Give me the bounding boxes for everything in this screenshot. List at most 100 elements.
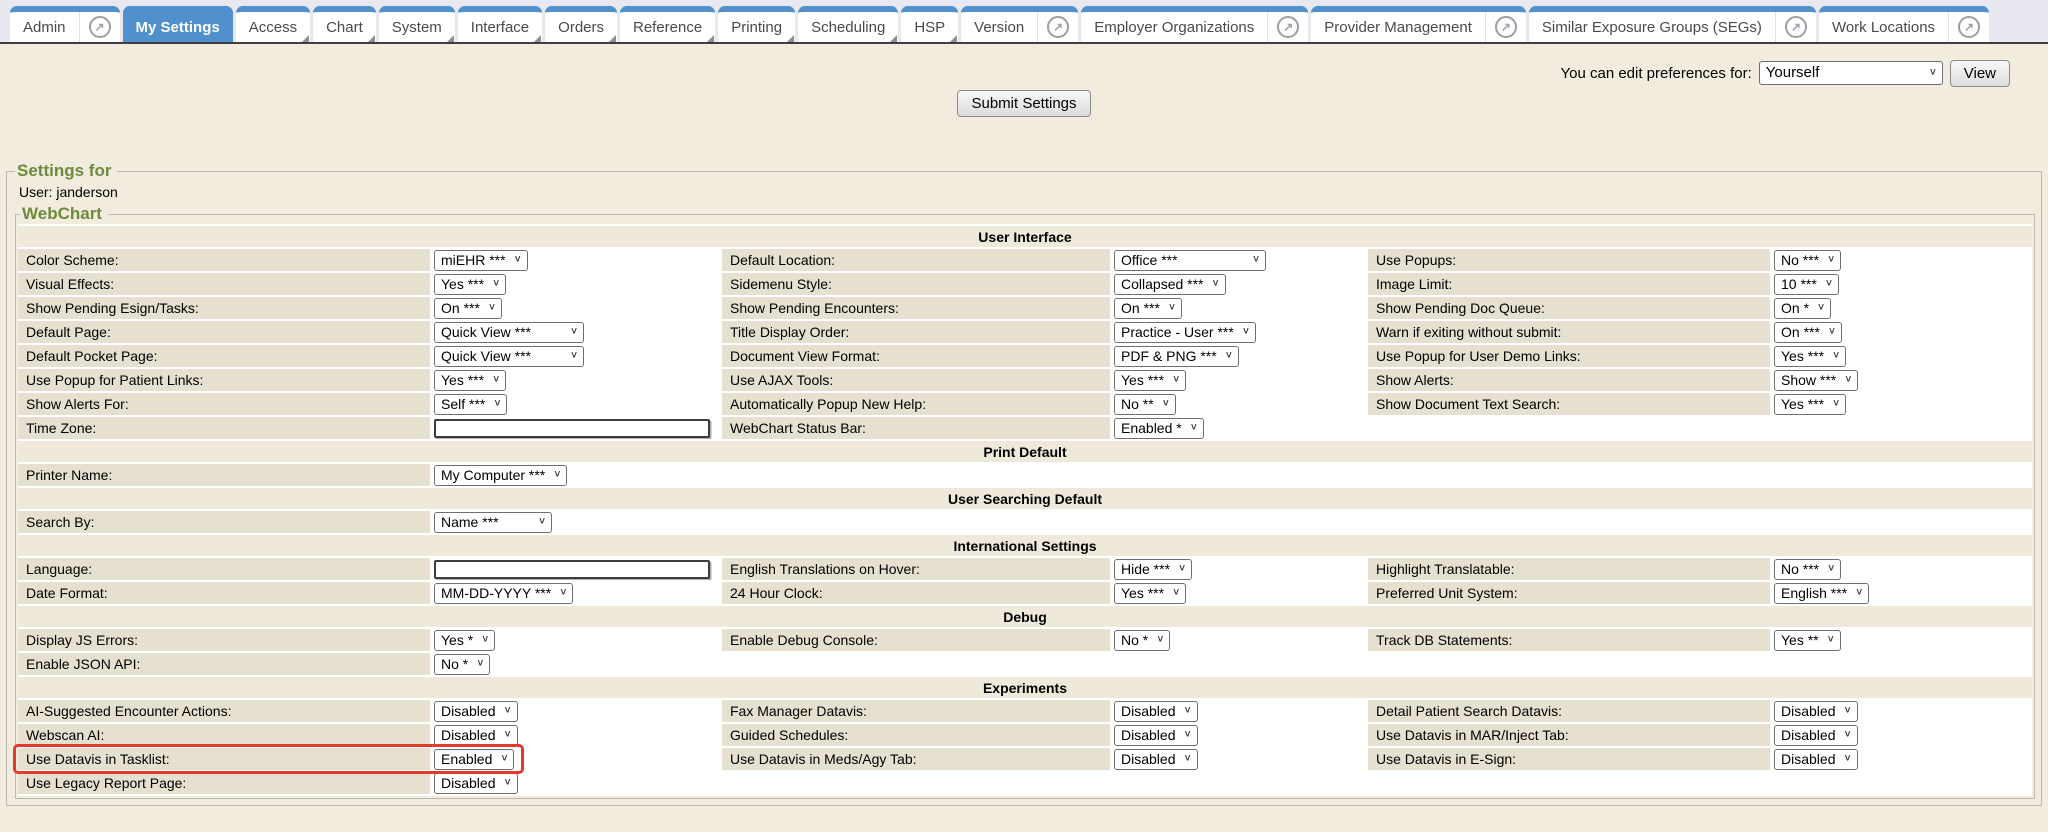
tab-reference[interactable]: Reference: [620, 6, 715, 42]
warn-if-exiting-without-submit-select[interactable]: On ***∨: [1774, 322, 1842, 343]
ai-suggested-encounter-actions-select[interactable]: Disabled∨: [434, 701, 518, 722]
use-datavis-in-e-sign-select[interactable]: Disabled∨: [1774, 749, 1858, 770]
setting-value-cell: miEHR ***∨: [430, 249, 722, 271]
time-zone-input[interactable]: [434, 419, 710, 438]
automatically-popup-new-help-select[interactable]: No **∨: [1114, 394, 1176, 415]
guided-schedules-select[interactable]: Disabled∨: [1114, 725, 1198, 746]
tab-access[interactable]: Access: [236, 6, 310, 42]
english-translations-on-hover-select[interactable]: Hide ***∨: [1114, 559, 1192, 580]
tab-scheduling[interactable]: Scheduling: [798, 6, 898, 42]
preferred-unit-system-select[interactable]: English ***∨: [1774, 583, 1869, 604]
tab-orders[interactable]: Orders: [545, 6, 617, 42]
tab-external-segment[interactable]: ↗: [79, 12, 120, 42]
selected-option: Yes ***: [1781, 349, 1824, 363]
chevron-down-icon: ∨: [1825, 279, 1833, 288]
setting-label-date-format: Date Format:: [18, 582, 430, 604]
show-document-text-search-select[interactable]: Yes ***∨: [1774, 394, 1846, 415]
fax-manager-datavis-select[interactable]: Disabled∨: [1114, 701, 1198, 722]
enable-debug-console-select[interactable]: No *∨: [1114, 630, 1170, 651]
visual-effects-select[interactable]: Yes ***∨: [434, 274, 506, 295]
tab-external-segment[interactable]: ↗: [1948, 12, 1989, 42]
tab-admin[interactable]: Admin↗: [10, 6, 120, 42]
date-format-select[interactable]: MM-DD-YYYY ***∨: [434, 583, 573, 604]
setting-label-color-scheme: Color Scheme:: [18, 249, 430, 271]
title-display-order-select[interactable]: Practice - User ***∨: [1114, 322, 1256, 343]
show-alerts-for-select[interactable]: Self ***∨: [434, 394, 507, 415]
selected-option: On *: [1781, 301, 1809, 315]
section-header: International Settings: [18, 535, 2032, 556]
detail-patient-search-datavis-select[interactable]: Disabled∨: [1774, 701, 1858, 722]
color-scheme-select[interactable]: miEHR ***∨: [434, 250, 528, 271]
tab-label: Interface: [458, 19, 542, 36]
selected-option: Show ***: [1781, 373, 1836, 387]
tab-hsp[interactable]: HSP: [901, 6, 958, 42]
highlight-translatable-select[interactable]: No ***∨: [1774, 559, 1841, 580]
selected-option: Disabled: [441, 728, 495, 742]
show-pending-doc-queue-select[interactable]: On *∨: [1774, 298, 1831, 319]
view-button[interactable]: View: [1950, 60, 2010, 87]
use-popup-for-user-demo-links-select[interactable]: Yes ***∨: [1774, 346, 1846, 367]
settings-row: Color Scheme:miEHR ***∨Default Location:…: [18, 249, 2032, 271]
default-pocket-page-select[interactable]: Quick View ***∨: [434, 346, 584, 367]
display-js-errors-select[interactable]: Yes *∨: [434, 630, 495, 651]
show-alerts-select[interactable]: Show ***∨: [1774, 370, 1858, 391]
tab-external-segment[interactable]: ↗: [1267, 12, 1308, 42]
use-datavis-in-mar-inject-tab-select[interactable]: Disabled∨: [1774, 725, 1858, 746]
image-limit-select[interactable]: 10 ***∨: [1774, 274, 1839, 295]
show-pending-encounters-select[interactable]: On ***∨: [1114, 298, 1182, 319]
setting-value-cell: My Computer ***∨: [430, 464, 722, 486]
setting-label-show-document-text-search: Show Document Text Search:: [1368, 393, 1770, 415]
tab-external-segment[interactable]: ↗: [1037, 12, 1078, 42]
show-pending-esign-tasks-select[interactable]: On ***∨: [434, 298, 502, 319]
24-hour-clock-select[interactable]: Yes ***∨: [1114, 583, 1186, 604]
tab-printing[interactable]: Printing: [718, 6, 795, 42]
tab-employer-organizations[interactable]: Employer Organizations↗: [1081, 6, 1308, 42]
tab-system[interactable]: System: [379, 6, 455, 42]
default-page-select[interactable]: Quick View ***∨: [434, 322, 584, 343]
setting-value-cell: Disabled∨: [1110, 700, 1368, 722]
webchart-status-bar-select[interactable]: Enabled *∨: [1114, 418, 1204, 439]
webscan-ai-select[interactable]: Disabled∨: [434, 725, 518, 746]
chevron-down-icon: ∨: [1827, 564, 1835, 573]
preferences-for-select[interactable]: Yourself ∨: [1759, 61, 1943, 85]
tab-external-segment[interactable]: ↗: [1485, 12, 1526, 42]
setting-label-track-db-statements: Track DB Statements:: [1368, 629, 1770, 651]
settings-row: Use Datavis in Tasklist:Enabled∨Use Data…: [18, 748, 2032, 770]
section-header-row: International Settings: [18, 535, 2032, 556]
setting-value-cell: Yes ***∨: [1770, 393, 2032, 415]
tab-provider-management[interactable]: Provider Management↗: [1311, 6, 1526, 42]
printer-name-select[interactable]: My Computer ***∨: [434, 465, 567, 486]
tab-interface[interactable]: Interface: [458, 6, 542, 42]
settings-row: Display JS Errors:Yes *∨Enable Debug Con…: [18, 629, 2032, 651]
use-datavis-in-meds-agy-tab-select[interactable]: Disabled∨: [1114, 749, 1198, 770]
section-header: Print Default: [18, 441, 2032, 462]
use-popup-for-patient-links-select[interactable]: Yes ***∨: [434, 370, 506, 391]
menu-fold-icon: [447, 35, 454, 42]
use-popups-select[interactable]: No ***∨: [1774, 250, 1841, 271]
sidemenu-style-select[interactable]: Collapsed ***∨: [1114, 274, 1226, 295]
tab-external-segment[interactable]: ↗: [1775, 12, 1816, 42]
tab-chart[interactable]: Chart: [313, 6, 376, 42]
setting-value-cell: On ***∨: [430, 297, 722, 319]
use-legacy-report-page-select[interactable]: Disabled∨: [434, 773, 518, 794]
search-by-select[interactable]: Name ***∨: [434, 512, 552, 533]
submit-settings-button[interactable]: Submit Settings: [957, 90, 1090, 117]
setting-value-cell: Yes ***∨: [430, 369, 722, 391]
setting-value-cell: Disabled∨: [1110, 724, 1368, 746]
use-datavis-in-tasklist-select[interactable]: Enabled∨: [434, 749, 514, 770]
chevron-down-icon: ∨: [500, 754, 508, 763]
setting-label-use-popup-for-user-demo-links: Use Popup for User Demo Links:: [1368, 345, 1770, 367]
default-location-select[interactable]: Office ***∨: [1114, 250, 1266, 271]
document-view-format-select[interactable]: PDF & PNG ***∨: [1114, 346, 1239, 367]
tab-similar-exposure-groups-segs[interactable]: Similar Exposure Groups (SEGs)↗: [1529, 6, 1816, 42]
enable-json-api-select[interactable]: No *∨: [434, 654, 490, 675]
language-input[interactable]: [434, 560, 710, 579]
selected-option: Disabled: [441, 704, 495, 718]
tab-work-locations[interactable]: Work Locations↗: [1819, 6, 1989, 42]
tab-my-settings[interactable]: My Settings: [123, 6, 233, 42]
chevron-down-icon: ∨: [1225, 351, 1233, 360]
menu-fold-icon: [302, 35, 309, 42]
use-ajax-tools-select[interactable]: Yes ***∨: [1114, 370, 1186, 391]
track-db-statements-select[interactable]: Yes **∨: [1774, 630, 1841, 651]
tab-version[interactable]: Version↗: [961, 6, 1078, 42]
